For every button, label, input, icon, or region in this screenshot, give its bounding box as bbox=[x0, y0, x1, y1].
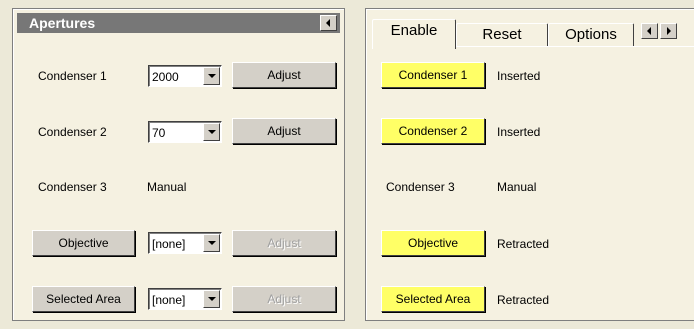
condenser-3-state: Manual bbox=[497, 180, 537, 194]
tab-enable[interactable]: Enable bbox=[372, 19, 456, 49]
objective-enable-button[interactable]: Objective bbox=[381, 230, 485, 256]
condenser-2-adjust-button[interactable]: Adjust bbox=[232, 118, 336, 144]
condenser-3-label: Condenser 3 bbox=[386, 180, 455, 194]
condenser-2-select-value: 70 bbox=[152, 126, 166, 140]
objective-select[interactable]: [none] bbox=[148, 232, 222, 254]
condenser-1-enable-button[interactable]: Condenser 1 bbox=[381, 62, 485, 88]
collapse-arrow-left-icon[interactable] bbox=[320, 15, 337, 31]
status-panel: Enable Reset Options Condenser 1 Inserte… bbox=[365, 8, 694, 321]
tab-reset[interactable]: Reset bbox=[456, 23, 548, 47]
dropdown-arrow-icon[interactable] bbox=[203, 67, 220, 85]
condenser-1-state: Inserted bbox=[497, 69, 541, 83]
objective-select-value: [none] bbox=[152, 237, 186, 251]
selected-area-button[interactable]: Selected Area bbox=[32, 286, 135, 312]
tab-options[interactable]: Options bbox=[548, 23, 634, 47]
apertures-panel: Apertures Condenser 1 2000 Adjust Conden… bbox=[12, 8, 345, 321]
selected-area-select[interactable]: [none] bbox=[148, 288, 222, 310]
dropdown-arrow-icon[interactable] bbox=[203, 234, 220, 252]
condenser-1-adjust-button[interactable]: Adjust bbox=[232, 62, 336, 88]
selected-area-adjust-button[interactable]: Adjust bbox=[232, 286, 336, 312]
selected-area-state: Retracted bbox=[497, 293, 550, 307]
condenser-1-label: Condenser 1 bbox=[38, 69, 107, 83]
objective-button[interactable]: Objective bbox=[32, 230, 135, 256]
selected-area-enable-button[interactable]: Selected Area bbox=[381, 286, 485, 312]
apertures-title: Apertures bbox=[29, 15, 96, 31]
condenser-2-state: Inserted bbox=[497, 125, 541, 139]
condenser-3-value: Manual bbox=[147, 180, 187, 194]
tab-scroll-right-icon[interactable] bbox=[660, 23, 677, 39]
dropdown-arrow-icon[interactable] bbox=[203, 123, 220, 141]
apertures-title-bar: Apertures bbox=[17, 13, 340, 33]
selected-area-select-value: [none] bbox=[152, 293, 186, 307]
tab-scroll-left-icon[interactable] bbox=[641, 23, 658, 39]
condenser-1-select-value: 2000 bbox=[152, 70, 179, 84]
objective-state: Retracted bbox=[497, 237, 550, 251]
condenser-1-select[interactable]: 2000 bbox=[148, 65, 222, 87]
condenser-2-select[interactable]: 70 bbox=[148, 121, 222, 143]
dropdown-arrow-icon[interactable] bbox=[203, 290, 220, 308]
condenser-2-label: Condenser 2 bbox=[38, 125, 107, 139]
condenser-2-enable-button[interactable]: Condenser 2 bbox=[381, 118, 485, 144]
objective-adjust-button[interactable]: Adjust bbox=[232, 230, 336, 256]
condenser-3-label: Condenser 3 bbox=[38, 180, 107, 194]
